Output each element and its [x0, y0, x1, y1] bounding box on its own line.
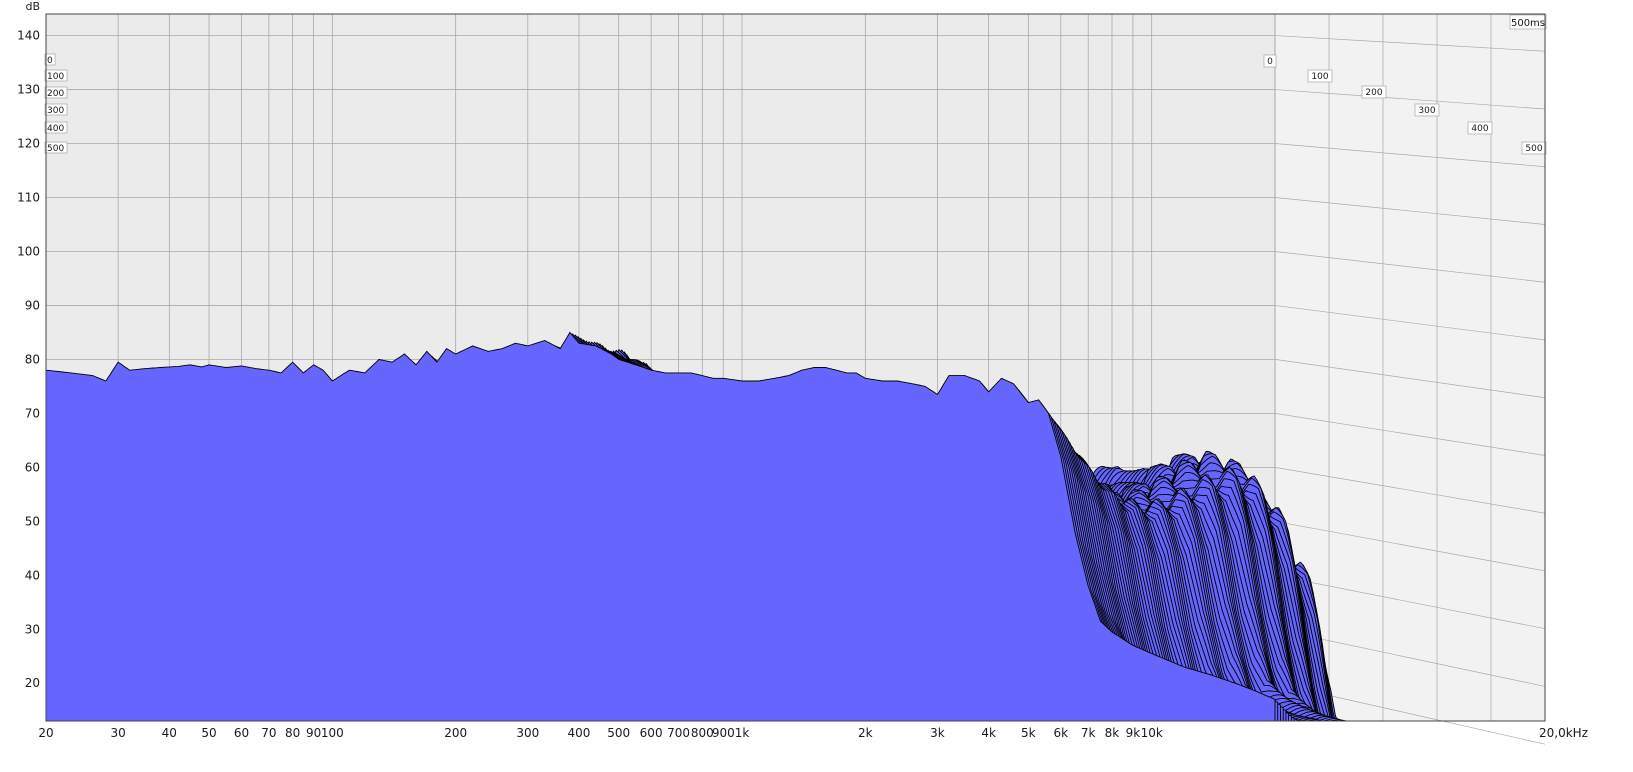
x-tick-label: 9k	[1126, 726, 1141, 740]
x-tick-label: 600	[640, 726, 663, 740]
x-tick-label: 100	[321, 726, 344, 740]
x-tick-label: 300	[516, 726, 539, 740]
time-label-diagonal: 300	[1414, 103, 1440, 117]
time-label-text: 0	[1267, 57, 1273, 67]
y-tick-label: 140	[17, 29, 40, 43]
time-label-left: 300	[44, 103, 68, 116]
time-label-text: 400	[47, 124, 64, 134]
y-tick-label: 120	[17, 137, 40, 151]
y-tick-label: 70	[25, 406, 40, 420]
y-tick-label: 30	[25, 622, 40, 636]
time-label-text: 500	[1525, 144, 1542, 154]
time-label-text: 300	[47, 106, 64, 116]
x-tick-label: 4k	[981, 726, 996, 740]
x-tick-label: 700	[667, 726, 690, 740]
time-max-label: 500ms	[1509, 14, 1547, 30]
x-tick-label: 900	[712, 726, 735, 740]
x-tick-label: 500	[607, 726, 630, 740]
y-tick-label: 130	[17, 83, 40, 97]
time-label-left: 400	[44, 121, 68, 134]
y-tick-label: 40	[25, 568, 40, 582]
time-label-diagonal: 400	[1467, 121, 1493, 135]
x-tick-label: 200	[444, 726, 467, 740]
time-label-text: 200	[1365, 88, 1382, 98]
time-label-left: 500	[44, 141, 68, 154]
waterfall-chart: 0 0 100 100 200 200 300 300 400 400 500 500 500ms 20…	[0, 0, 1633, 772]
y-tick-label: 20	[25, 676, 40, 690]
time-label-left: 100	[44, 69, 68, 82]
x-tick-label: 20	[38, 726, 53, 740]
y-tick-label: 100	[17, 244, 40, 258]
time-label-text: 500	[47, 144, 64, 154]
x-tick-label: 5k	[1021, 726, 1036, 740]
time-label-diagonal: 0	[1263, 54, 1277, 68]
time-max-text: 500ms	[1511, 18, 1545, 29]
x-tick-label: 400	[568, 726, 591, 740]
x-tick-label: 1k	[735, 726, 750, 740]
y-tick-label: 60	[25, 460, 40, 474]
chart-svg: 0 0 100 100 200 200 300 300 400 400 500 500 500ms 20…	[17, 0, 1588, 745]
time-label-diagonal: 500	[1521, 141, 1547, 155]
x-tick-label: 8k	[1105, 726, 1120, 740]
time-label-text: 200	[47, 89, 64, 99]
x-tick-label: 800	[691, 726, 714, 740]
x-tick-label: 60	[234, 726, 249, 740]
x-tick-label: 40	[162, 726, 177, 740]
time-label-diagonal: 100	[1307, 69, 1333, 83]
time-label-text: 100	[47, 72, 64, 82]
x-tick-label: 7k	[1081, 726, 1096, 740]
x-tick-label: 6k	[1053, 726, 1068, 740]
x-tick-label: 3k	[930, 726, 945, 740]
x-tick-label: 30	[110, 726, 125, 740]
time-label-left: 200	[44, 86, 68, 99]
y-unit-label: dB	[25, 0, 40, 13]
x-tick-label: 20,0kHz	[1539, 726, 1588, 740]
x-tick-label: 90	[306, 726, 321, 740]
time-label-text: 0	[47, 56, 53, 66]
y-tick-label: 50	[25, 514, 40, 528]
x-tick-label: 70	[261, 726, 276, 740]
time-label-text: 400	[1471, 124, 1488, 134]
y-tick-label: 80	[25, 352, 40, 366]
time-label-diagonal: 200	[1361, 85, 1387, 99]
time-label-text: 300	[1418, 106, 1435, 116]
time-label-text: 100	[1311, 72, 1328, 82]
x-tick-label: 80	[285, 726, 300, 740]
y-tick-label: 90	[25, 298, 40, 312]
x-tick-label: 2k	[858, 726, 873, 740]
x-tick-label: 50	[201, 726, 216, 740]
y-tick-label: 110	[17, 190, 40, 204]
x-tick-label: 10k	[1141, 726, 1163, 740]
